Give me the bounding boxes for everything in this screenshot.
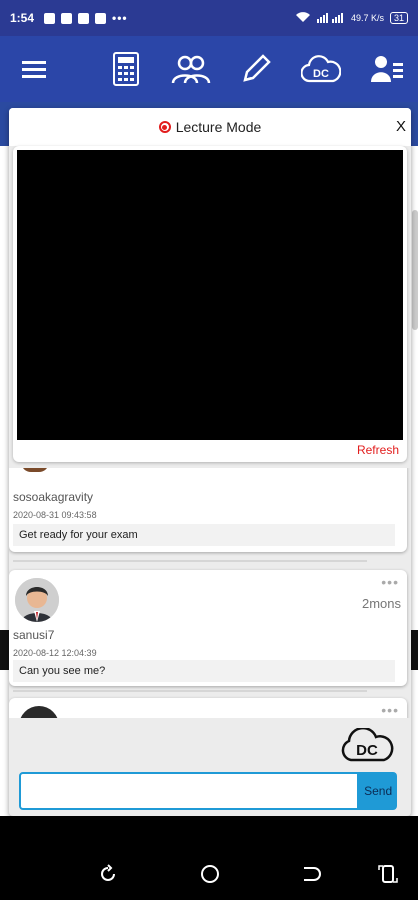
app-toolbar: DC <box>0 36 418 102</box>
screen-rotate-icon[interactable] <box>376 862 400 886</box>
close-button[interactable]: X <box>396 118 406 135</box>
status-right: 49.7 K/s 31 <box>295 11 408 25</box>
background-edge <box>0 630 9 670</box>
background-edge <box>411 630 418 670</box>
dc-logo-icon: DC <box>339 726 395 762</box>
notification-icon <box>78 12 90 24</box>
lecture-mode-dialog: Lecture Mode X Refresh sosoakagravity 20… <box>9 108 411 816</box>
more-options-icon[interactable]: ••• <box>381 702 399 718</box>
message-text: Get ready for your exam <box>13 524 395 546</box>
message-age: 2mons <box>361 596 401 611</box>
message-timestamp: 2020-08-31 09:43:58 <box>13 510 97 520</box>
avatar <box>19 706 59 718</box>
notification-icons: ••• <box>44 11 128 25</box>
rotate-icon[interactable] <box>96 862 120 886</box>
message-text: Can you see me? <box>13 660 395 682</box>
more-options-icon[interactable]: ••• <box>381 574 399 590</box>
pencil-icon[interactable] <box>240 50 272 88</box>
network-speed: 49.7 K/s <box>350 13 384 23</box>
message-composer: Send <box>19 772 397 810</box>
app-screen: 1:54 ••• 49.7 K/s 31 DC Lecture Mode X R… <box>0 0 418 900</box>
avatar <box>15 578 59 622</box>
side-scroll-handle[interactable] <box>412 210 418 330</box>
divider <box>13 690 367 692</box>
home-icon[interactable] <box>198 862 222 886</box>
message-username: sanusi7 <box>13 628 55 642</box>
notification-icon <box>44 12 56 24</box>
message-timestamp: 2020-08-12 12:04:39 <box>13 648 97 658</box>
message-feed[interactable]: sosoakagravity 2020-08-31 09:43:58 Get r… <box>9 468 411 718</box>
back-icon[interactable] <box>298 862 322 886</box>
system-nav-bar <box>0 850 418 896</box>
facebook-icon <box>95 12 107 24</box>
video-player[interactable] <box>17 150 403 440</box>
avatar <box>21 468 49 472</box>
svg-text:DC: DC <box>313 68 329 80</box>
message-input[interactable] <box>19 772 360 810</box>
dc-cloud-icon[interactable]: DC <box>300 50 342 88</box>
status-time: 1:54 <box>10 11 35 25</box>
dialog-header: Lecture Mode X <box>9 108 411 146</box>
record-icon <box>158 121 171 133</box>
message-username: sosoakagravity <box>13 490 94 504</box>
user-list-icon[interactable] <box>370 50 404 88</box>
wifi-icon <box>295 11 311 25</box>
signal-icon <box>316 11 345 25</box>
status-bar: 1:54 ••• 49.7 K/s 31 <box>0 0 418 36</box>
users-icon[interactable] <box>170 50 212 88</box>
video-card: Refresh <box>13 146 407 462</box>
battery-icon: 31 <box>389 12 408 24</box>
dc-logo-text: DC <box>356 742 378 759</box>
telegram-icon <box>61 12 73 24</box>
more-notifications-icon: ••• <box>112 11 128 25</box>
message-card: ••• <box>9 698 407 718</box>
message-card: ••• 2mons sanusi7 2020-08-12 12:04:39 Ca… <box>9 570 407 686</box>
send-button[interactable]: Send <box>359 772 397 810</box>
refresh-link[interactable]: Refresh <box>357 443 399 457</box>
message-card: sosoakagravity 2020-08-31 09:43:58 Get r… <box>9 468 407 552</box>
divider <box>13 560 367 562</box>
calculator-icon[interactable] <box>112 50 140 88</box>
menu-icon[interactable] <box>20 50 48 88</box>
dialog-title: Lecture Mode <box>175 119 262 135</box>
